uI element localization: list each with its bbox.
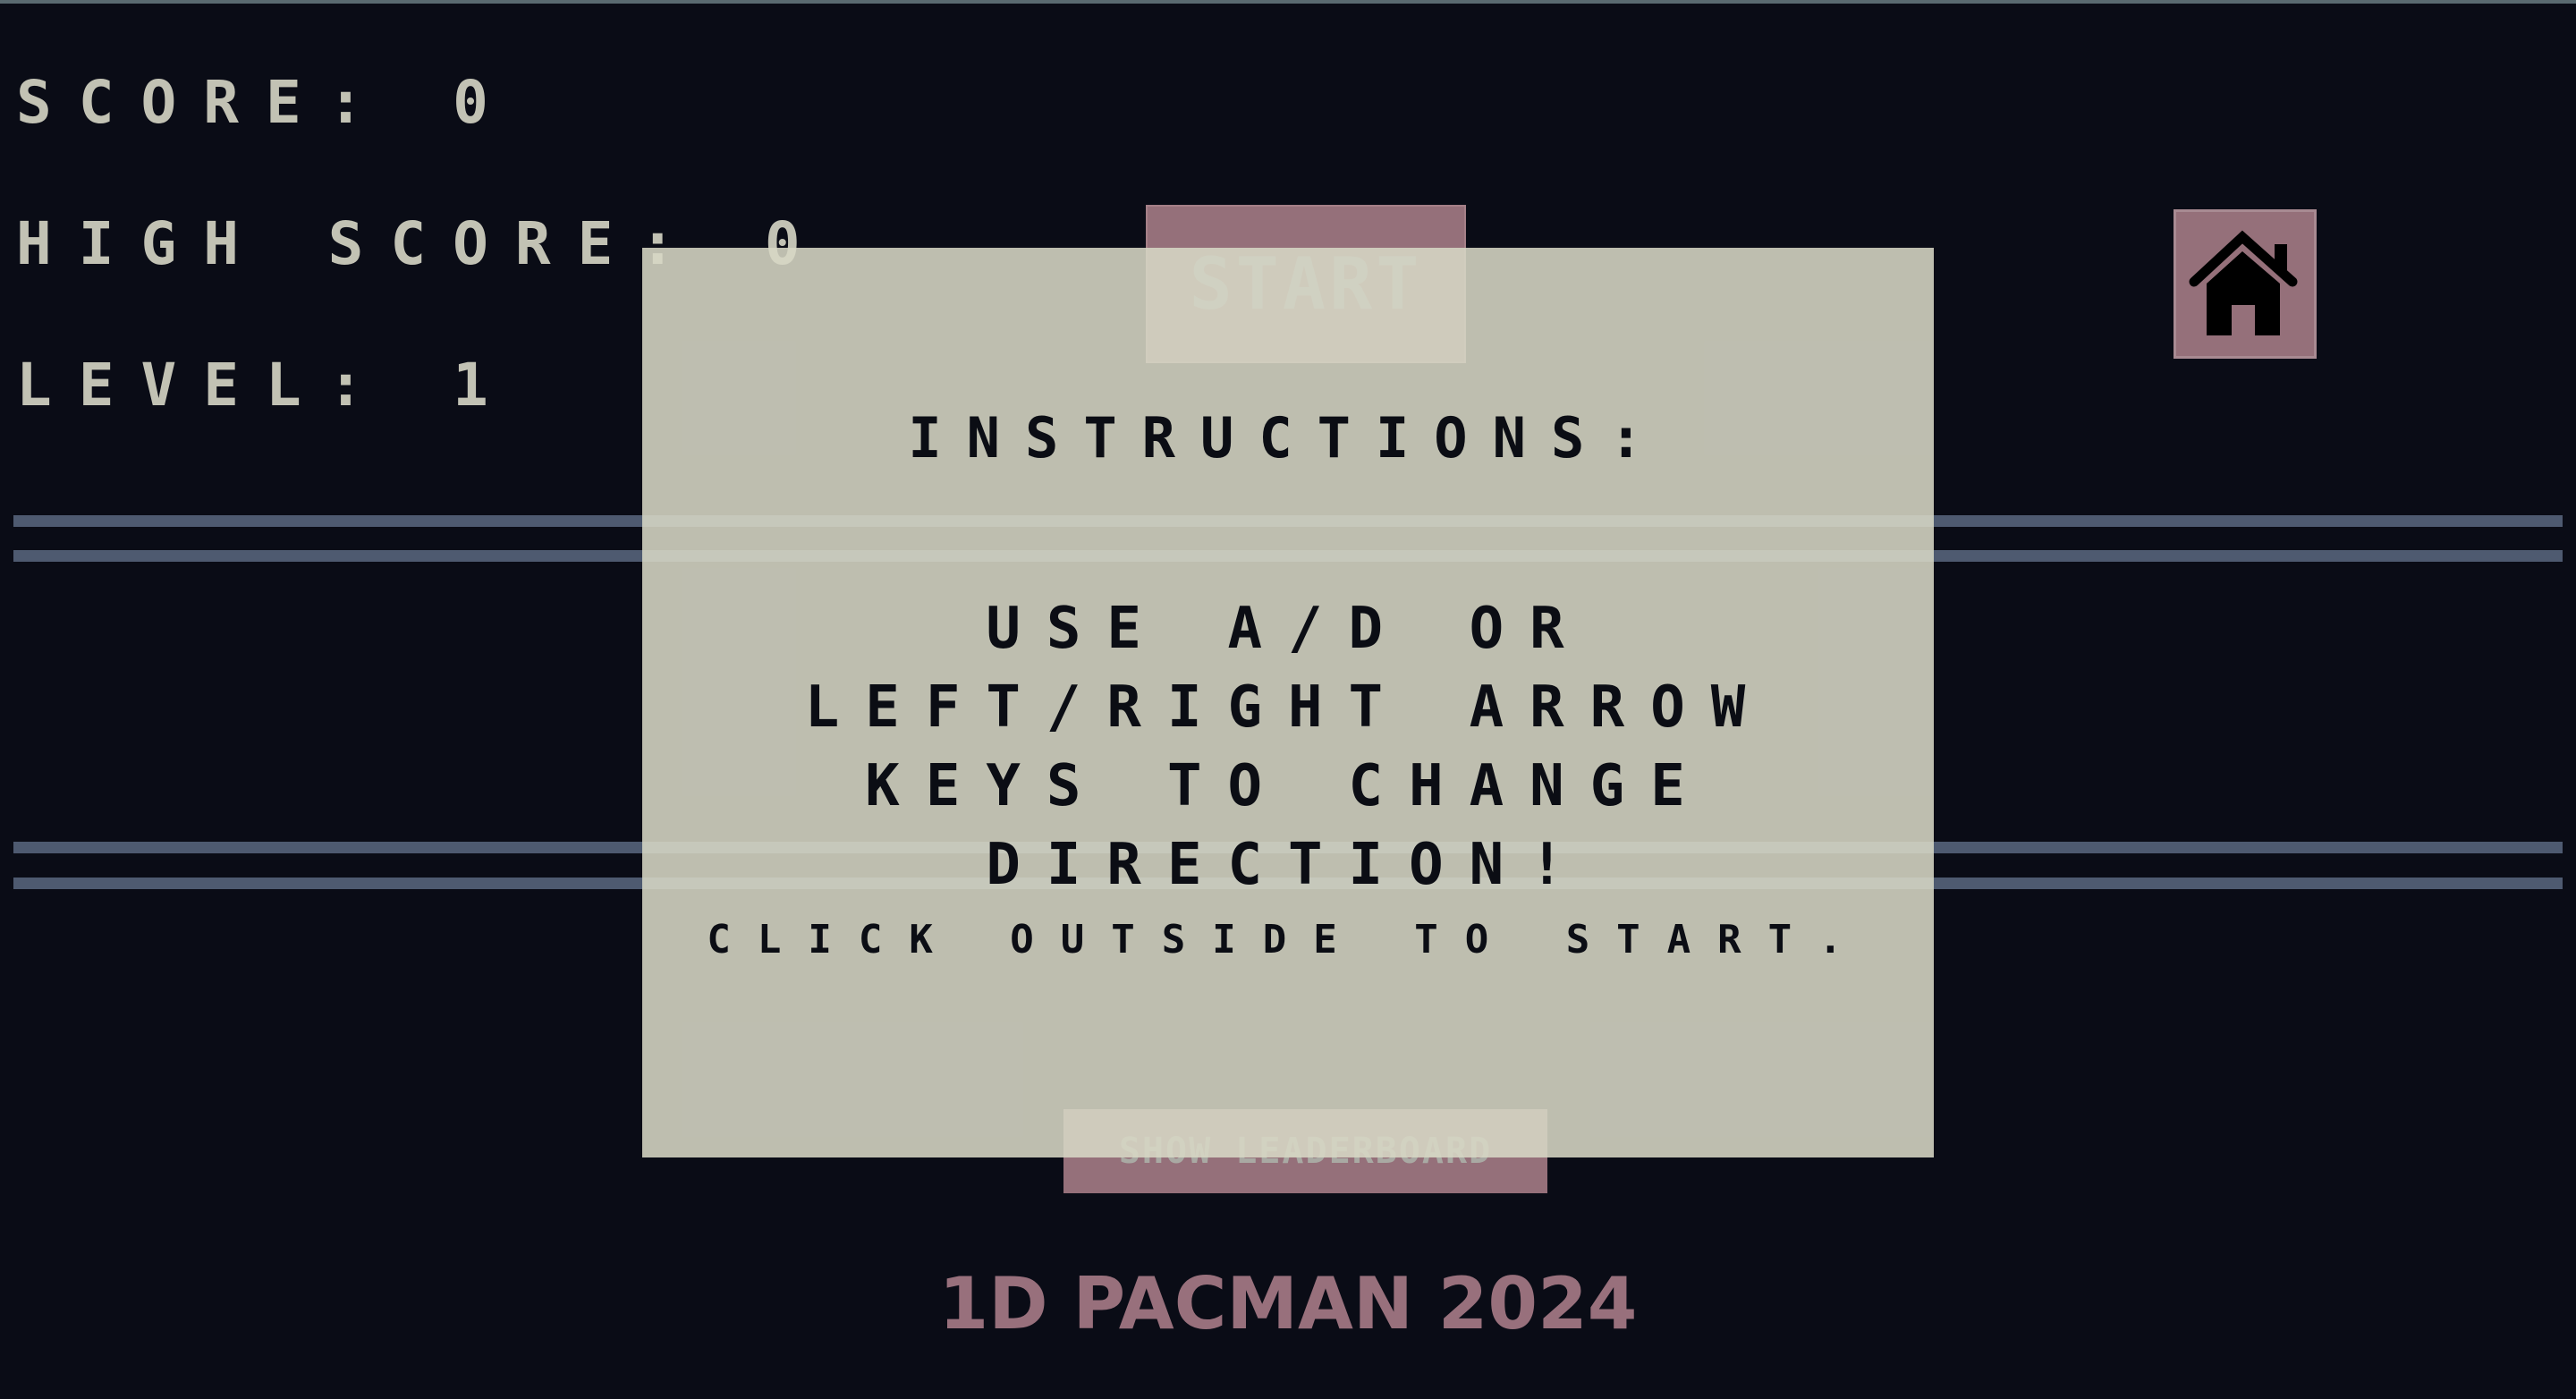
- game-title: 1D PACMAN 2024: [938, 1262, 1638, 1345]
- home-button[interactable]: [2174, 209, 2317, 359]
- home-icon: [2189, 230, 2298, 335]
- level-display: LEVEL: 1: [16, 351, 515, 420]
- instructions-modal: INSTRUCTIONS: USE A/D OR LEFT/RIGHT ARRO…: [642, 248, 1934, 1157]
- instructions-heading: INSTRUCTIONS:: [908, 405, 1668, 471]
- start-hint: CLICK OUTSIDE TO START.: [707, 917, 1869, 962]
- score-display: SCORE: 0: [16, 68, 515, 137]
- instructions-text: USE A/D OR LEFT/RIGHT ARROW KEYS TO CHAN…: [804, 596, 1772, 898]
- top-border: [0, 0, 2576, 4]
